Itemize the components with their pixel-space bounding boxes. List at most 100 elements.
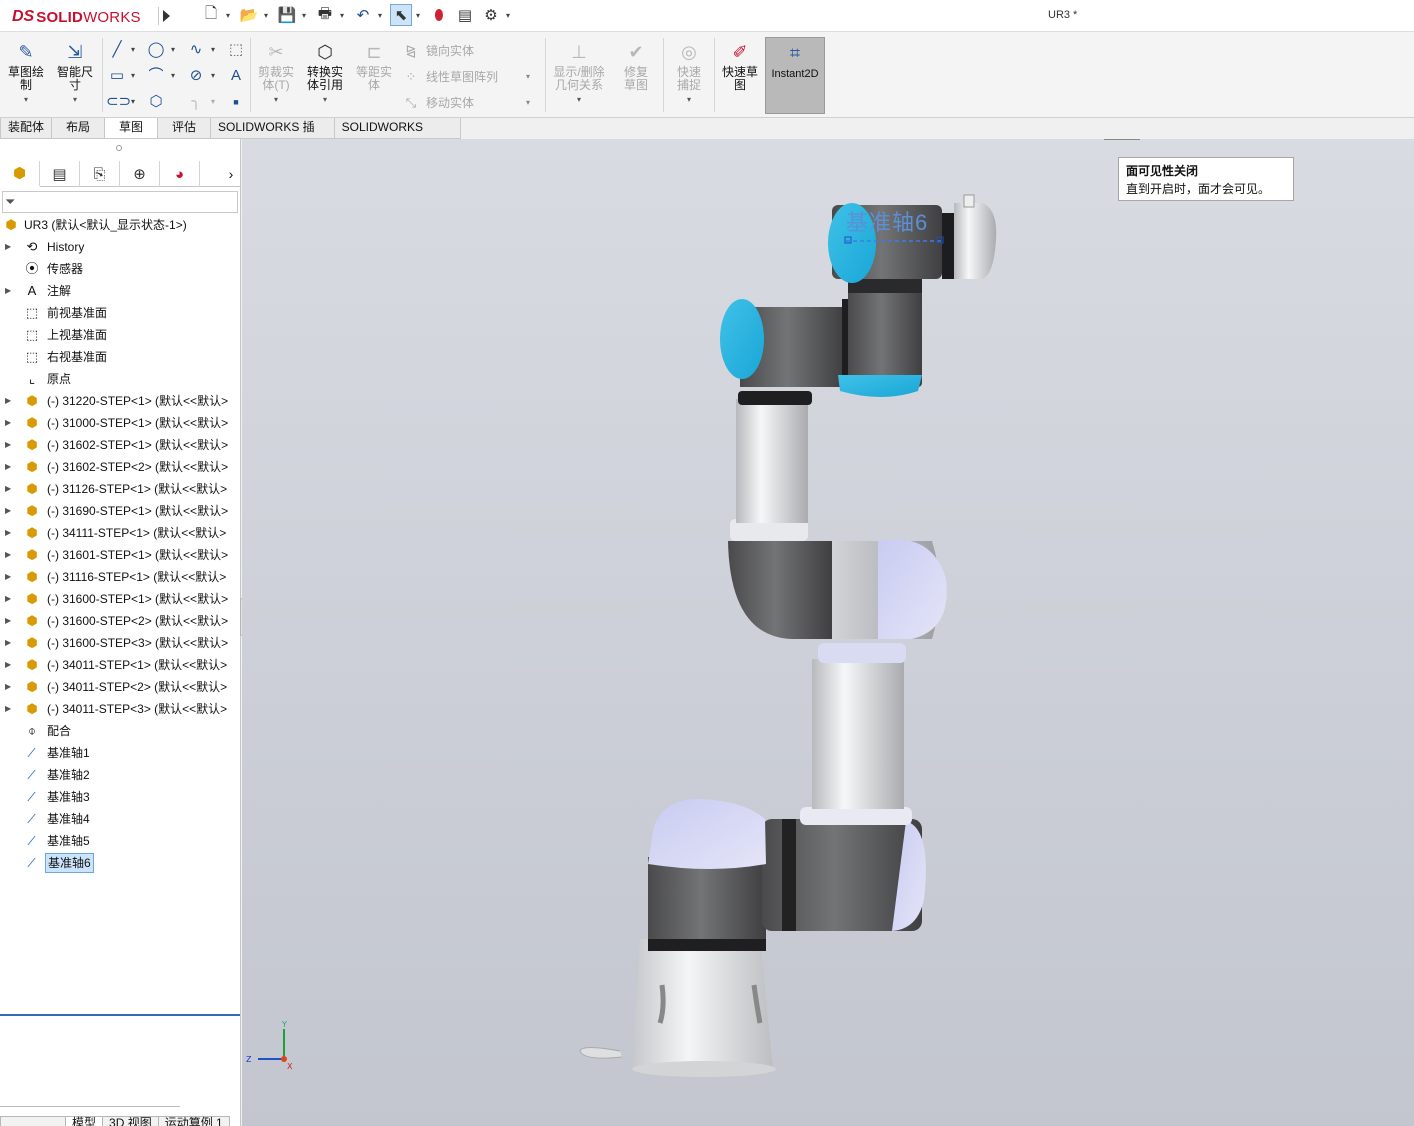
tab-sketch[interactable]: 草图	[104, 118, 158, 139]
new-dropdown-icon[interactable]: ▾	[226, 11, 234, 20]
tree-item[interactable]: ⬚ 上视基准面	[0, 324, 241, 346]
save-dropdown-icon[interactable]: ▾	[302, 11, 310, 20]
tree-filter[interactable]: ⏷	[2, 191, 238, 213]
expand-arrow-icon[interactable]: ▶	[5, 390, 11, 412]
convert-dropdown-icon[interactable]: ▾	[302, 93, 348, 106]
linear-pattern-button[interactable]: ⁘ 线性草图阵列 ▾	[402, 68, 530, 85]
tree-item[interactable]: ⌽ 配合	[0, 720, 241, 742]
expand-arrow-icon[interactable]: ▶	[5, 544, 11, 566]
solidworks-logo[interactable]: DS SOLIDWORKS	[12, 6, 141, 28]
text-tool-icon[interactable]: A	[225, 66, 247, 86]
circle-tool-icon[interactable]: ◯	[145, 40, 167, 60]
ellipse-dropdown-icon[interactable]: ▾	[211, 71, 215, 80]
tree-item[interactable]: ▶ ⬢ (-) 31602-STEP<2> (默认<<默认>	[0, 456, 241, 478]
expand-arrow-icon[interactable]: ▶	[5, 434, 11, 456]
tab-motion-study[interactable]: 运动算例 1	[157, 1116, 230, 1126]
expand-arrow-icon[interactable]: ▶	[5, 698, 11, 720]
tree-item[interactable]: ▶ ⬢ (-) 31601-STEP<1> (默认<<默认>	[0, 544, 241, 566]
tree-item[interactable]: ▶ ⬢ (-) 34011-STEP<3> (默认<<默认>	[0, 698, 241, 720]
tree-item[interactable]: ⁄ 基准轴2	[0, 764, 241, 786]
new-document-icon[interactable]: 🗋	[200, 4, 222, 26]
tab-evaluate[interactable]: 评估	[157, 118, 211, 139]
trim-dropdown-icon[interactable]: ▾	[254, 93, 298, 106]
tree-item[interactable]: ▶ ⬢ (-) 31602-STEP<1> (默认<<默认>	[0, 434, 241, 456]
tab-model[interactable]: 模型	[65, 1116, 104, 1126]
expand-arrow-icon[interactable]: ▶	[5, 280, 11, 302]
rapid-sketch-button[interactable]: ✐ 快速草图	[718, 40, 762, 92]
tree-item[interactable]: ▶ ⬢ (-) 31126-STEP<1> (默认<<默认>	[0, 478, 241, 500]
fillet-dropdown-icon[interactable]: ▾	[211, 97, 215, 106]
rectangle-dropdown-icon[interactable]: ▾	[131, 71, 135, 80]
tree-item[interactable]: ▶ ⬢ (-) 34111-STEP<1> (默认<<默认>	[0, 522, 241, 544]
print-icon[interactable]: 🖶	[314, 4, 336, 26]
move-dropdown-icon[interactable]: ▾	[526, 98, 530, 107]
configuration-manager-tab-icon[interactable]: ⎘	[80, 161, 120, 187]
sketch-dropdown-icon[interactable]: ▾	[4, 93, 48, 106]
tree-item[interactable]: ⌞ 原点	[0, 368, 241, 390]
tab-scrollbar[interactable]	[0, 1106, 180, 1111]
open-document-icon[interactable]: 📂	[238, 4, 260, 26]
tree-item[interactable]: ⁄ 基准轴3	[0, 786, 241, 808]
filter-icon[interactable]: ⏷	[5, 194, 15, 209]
options-dropdown-icon[interactable]: ▾	[506, 11, 514, 20]
section-view-icon[interactable]: ◧	[980, 139, 1002, 140]
circle-dropdown-icon[interactable]: ▾	[171, 45, 175, 54]
print-dropdown-icon[interactable]: ▾	[340, 11, 348, 20]
linear-pattern-dropdown-icon[interactable]: ▾	[526, 72, 530, 81]
tree-item[interactable]: ▶ ⬢ (-) 31690-STEP<1> (默认<<默认>	[0, 500, 241, 522]
tab-layout[interactable]: 布局	[51, 118, 105, 139]
expand-arrow-icon[interactable]: ▶	[5, 632, 11, 654]
zoom-to-fit-icon[interactable]: 🔍	[902, 139, 924, 140]
tree-item[interactable]: ▶ ⬢ (-) 31600-STEP<2> (默认<<默认>	[0, 610, 241, 632]
undo-dropdown-icon[interactable]: ▾	[378, 11, 386, 20]
dynamic-annotation-icon[interactable]: ✦	[1006, 139, 1028, 140]
rectangle-tool-icon[interactable]: ▭	[106, 66, 128, 86]
axis-label-annotation[interactable]: 基准轴6	[846, 205, 928, 237]
plane-point-icon[interactable]: ■	[225, 92, 247, 112]
zoom-to-area-icon[interactable]: ⌕	[928, 139, 950, 140]
quick-snaps-button[interactable]: ◎ 快速捕捉 ▾	[667, 40, 711, 106]
tree-item[interactable]: ▶ ⬢ (-) 31600-STEP<1> (默认<<默认>	[0, 588, 241, 610]
quick-snaps-dropdown-icon[interactable]: ▾	[667, 93, 711, 106]
sketch-button[interactable]: ✎ 草图绘制 ▾	[4, 40, 48, 106]
reference-triad[interactable]: Y Z X	[246, 1021, 294, 1073]
slot-tool-icon[interactable]: ⊂⊃	[106, 92, 131, 112]
file-properties-icon[interactable]: ▤	[454, 4, 476, 26]
tab-assembly[interactable]: 装配体	[0, 118, 52, 139]
move-entities-button[interactable]: ⤡ 移动实体 ▾	[402, 94, 530, 111]
trim-entities-button[interactable]: ✂ 剪裁实体(T) ▾	[254, 40, 298, 106]
smart-dimension-button[interactable]: ⇲ 智能尺寸 ▾	[52, 40, 98, 106]
options-gear-icon[interactable]: ⚙	[480, 4, 502, 26]
offset-entities-button[interactable]: ⊏ 等距实体	[352, 40, 396, 92]
dimxpert-manager-tab-icon[interactable]: ⊕	[120, 161, 160, 187]
show-delete-relations-button[interactable]: ⊥ 显示/删除几何关系 ▾	[549, 40, 609, 106]
undo-icon[interactable]: ↶	[352, 4, 374, 26]
arc-dropdown-icon[interactable]: ▾	[171, 71, 175, 80]
spline-tool-icon[interactable]: ∿	[185, 40, 207, 60]
tree-item[interactable]: ▶ ⬢ (-) 31220-STEP<1> (默认<<默认>	[0, 390, 241, 412]
expand-arrow-icon[interactable]: ▶	[5, 478, 11, 500]
polygon-tool-icon[interactable]: ⬡	[145, 92, 167, 112]
expand-arrow-icon[interactable]: ▶	[5, 676, 11, 698]
select-pointer-icon[interactable]: ⬉	[390, 4, 412, 26]
arc-tool-icon[interactable]: ⌒	[145, 66, 167, 86]
expand-arrow-icon[interactable]: ▶	[5, 522, 11, 544]
smart-dimension-dropdown-icon[interactable]: ▾	[52, 93, 98, 106]
expand-arrow-icon[interactable]: ▶	[5, 566, 11, 588]
tree-item[interactable]: ▶ ⬢ (-) 34011-STEP<2> (默认<<默认>	[0, 676, 241, 698]
tree-root[interactable]: ⬢ UR3 (默认<默认_显示状态-1>)	[0, 214, 241, 236]
tree-item[interactable]: ▶ ⬢ (-) 31600-STEP<3> (默认<<默认>	[0, 632, 241, 654]
view-orientation-icon[interactable]: ⧈	[1032, 139, 1054, 140]
edit-appearance-icon[interactable]: ◕	[1144, 139, 1166, 140]
slot-dropdown-icon[interactable]: ▾	[131, 97, 135, 106]
select-dropdown-icon[interactable]: ▾	[416, 11, 424, 20]
point-tool-icon[interactable]: ⬚	[225, 40, 247, 60]
tree-item[interactable]: ⦿ 传感器	[0, 258, 241, 280]
previous-view-icon[interactable]: ↺	[954, 139, 976, 140]
apply-scene-icon[interactable]: ◑	[1170, 139, 1192, 140]
ur3-robot-model[interactable]	[242, 139, 1414, 1126]
tree-item[interactable]: ⁄ 基准轴1	[0, 742, 241, 764]
tab-solidworks-mbd[interactable]: SOLIDWORKS MBD	[333, 118, 461, 153]
tree-item[interactable]: ⁄ 基准轴6	[0, 852, 241, 874]
hide-show-items-eye-icon[interactable]: 👁 ▾	[1104, 139, 1140, 140]
